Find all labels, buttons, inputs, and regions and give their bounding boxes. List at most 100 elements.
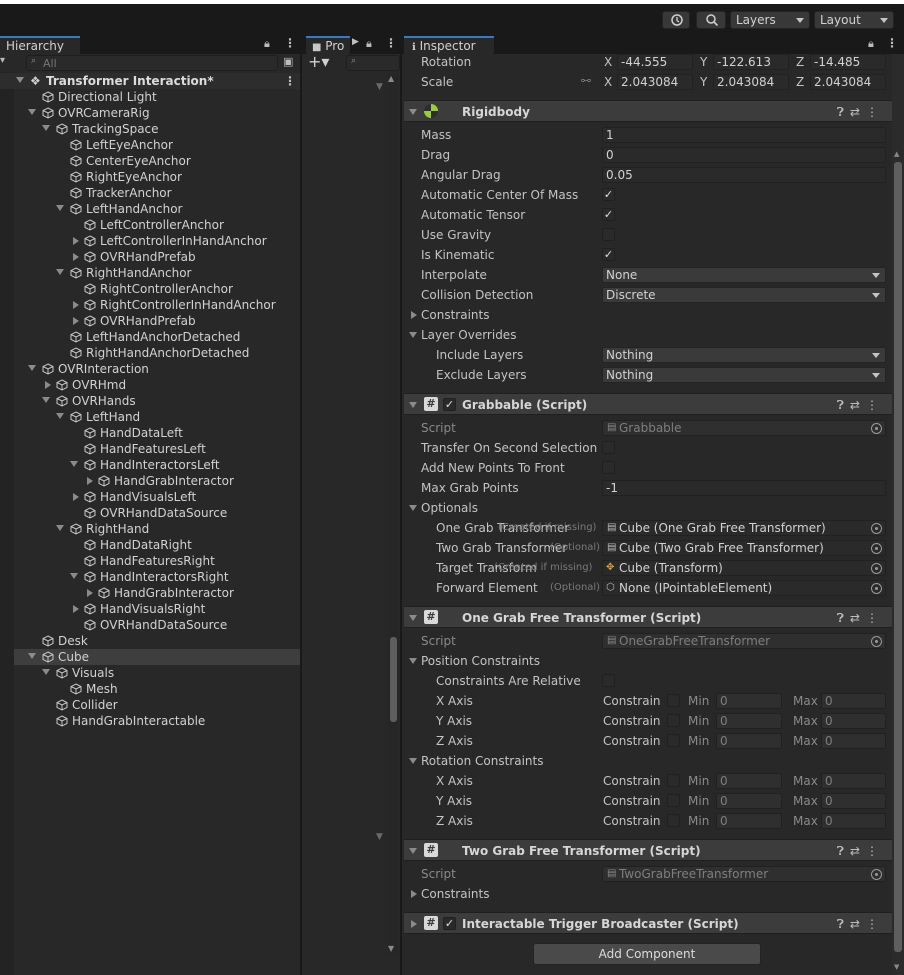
more-menu-icon[interactable]: ⋮	[886, 36, 898, 50]
hierarchy-item[interactable]: OVRHmd	[14, 377, 300, 393]
collapsed-arrow-icon[interactable]	[73, 301, 79, 309]
rotation-y-field[interactable]: -122.613	[713, 54, 789, 70]
hierarchy-item[interactable]: HandDataRight	[14, 537, 300, 553]
collapsed-arrow-icon[interactable]	[87, 589, 93, 597]
hierarchy-item[interactable]: HandInteractorsLeft	[14, 457, 300, 473]
layers-dropdown[interactable]: Layers	[730, 11, 810, 29]
constrain-checkbox[interactable]	[667, 694, 680, 707]
scale-x-field[interactable]: 2.043084	[617, 74, 693, 90]
scale-z-field[interactable]: 2.043084	[810, 74, 886, 90]
hierarchy-item[interactable]: CenterEyeAnchor	[14, 153, 300, 169]
trigger-broadcaster-enabled-checkbox[interactable]: ✓	[443, 917, 456, 930]
two-grab-field[interactable]: ▤ Cube (Two Grab Free Transformer)	[602, 540, 886, 556]
inspector-scrollbar-thumb[interactable]	[894, 162, 902, 952]
hierarchy-item[interactable]: OVRCameraRig	[14, 105, 300, 121]
expand-arrow-icon[interactable]	[70, 461, 78, 467]
is-kinematic-checkbox[interactable]: ✓	[602, 248, 615, 261]
hierarchy-item[interactable]: HandFeaturesLeft	[14, 441, 300, 457]
lock-icon[interactable]: 🔒︎	[264, 37, 270, 51]
expand-arrow-icon[interactable]	[28, 365, 36, 371]
constrain-checkbox[interactable]	[667, 814, 680, 827]
component-header-icons[interactable]: ❓︎⇄⋮	[837, 916, 884, 932]
scene-row[interactable]: ❖ Transformer Interaction* ⋮	[0, 73, 300, 89]
collapsed-arrow-icon[interactable]	[87, 477, 93, 485]
expand-arrow-icon[interactable]	[409, 848, 417, 854]
exclude-layers-dropdown[interactable]: Nothing	[602, 367, 886, 383]
hierarchy-item[interactable]: HandFeaturesRight	[14, 553, 300, 569]
project-scrollbar[interactable]	[388, 74, 398, 954]
rotation-z-field[interactable]: -14.485	[810, 54, 886, 70]
position-constraints-foldout[interactable]: Position Constraints	[421, 653, 540, 669]
hierarchy-item[interactable]: HandGrabInteractable	[14, 713, 300, 729]
expand-arrow-icon[interactable]	[70, 573, 78, 579]
expand-arrow-icon[interactable]	[411, 311, 417, 319]
object-picker-icon[interactable]	[871, 583, 882, 594]
hierarchy-item[interactable]: Desk	[14, 633, 300, 649]
add-asset-button[interactable]: +▾	[308, 54, 329, 70]
expand-arrow-icon[interactable]	[42, 397, 50, 403]
hierarchy-item[interactable]: OVRHands	[14, 393, 300, 409]
expand-arrow-icon[interactable]	[409, 758, 417, 764]
collision-dropdown[interactable]: Discrete	[602, 287, 886, 303]
hierarchy-item[interactable]: RightHandAnchor	[14, 265, 300, 281]
hierarchy-item[interactable]: OVRHandDataSource	[14, 505, 300, 521]
project-scrollbar-thumb[interactable]	[390, 637, 397, 722]
min-field[interactable]: 0	[716, 713, 782, 729]
expand-arrow-icon[interactable]	[409, 109, 417, 115]
more-menu-icon[interactable]: ⋮	[284, 73, 296, 89]
expand-arrow-icon[interactable]	[409, 658, 417, 664]
expand-arrow-icon[interactable]	[42, 125, 50, 131]
max-field[interactable]: 0	[821, 713, 886, 729]
forward-field[interactable]: ⬡ None (IPointableElement)	[602, 580, 886, 596]
one-grab-field[interactable]: ▤ Cube (One Grab Free Transformer)	[602, 520, 886, 536]
layer-overrides-foldout[interactable]: Layer Overrides	[421, 327, 516, 343]
expand-arrow-icon[interactable]	[411, 890, 417, 898]
expand-arrow-icon[interactable]	[411, 920, 417, 928]
angular-drag-field[interactable]: 0.05	[602, 167, 886, 183]
more-menu-icon[interactable]: ⋮	[284, 36, 296, 50]
hierarchy-item[interactable]: HandDataLeft	[14, 425, 300, 441]
auto-com-checkbox[interactable]: ✓	[602, 188, 615, 201]
expand-arrow-icon[interactable]	[56, 525, 64, 531]
hierarchy-item[interactable]: OVRInteraction	[14, 361, 300, 377]
component-header-icons[interactable]: ❓︎⇄⋮	[837, 397, 884, 413]
expand-arrow-icon[interactable]	[56, 205, 64, 211]
max-field[interactable]: 0	[821, 813, 886, 829]
add-component-button[interactable]: Add Component	[533, 943, 761, 965]
two-grab-free-header[interactable]: # Two Grab Free Transformer (Script) ❓︎⇄…	[404, 839, 892, 861]
min-field[interactable]: 0	[716, 693, 782, 709]
min-field[interactable]: 0	[716, 773, 782, 789]
lock-icon[interactable]: 🔒︎	[366, 37, 372, 51]
hierarchy-item[interactable]: HandGrabInteractor	[14, 473, 300, 489]
hierarchy-item[interactable]: LeftHandAnchor	[14, 201, 300, 217]
expand-arrow-icon[interactable]	[56, 269, 64, 275]
min-field[interactable]: 0	[716, 793, 782, 809]
expand-arrow-icon[interactable]	[409, 402, 417, 408]
hierarchy-item[interactable]: HandVisualsLeft	[14, 489, 300, 505]
expand-arrow-icon[interactable]	[409, 332, 417, 338]
max-field[interactable]: 0	[821, 693, 886, 709]
hierarchy-item[interactable]: OVRHandPrefab	[14, 249, 300, 265]
max-points-field[interactable]: -1	[602, 480, 886, 496]
hierarchy-item[interactable]: Mesh	[14, 681, 300, 697]
interpolate-dropdown[interactable]: None	[602, 267, 886, 283]
max-field[interactable]: 0	[821, 793, 886, 809]
constrain-checkbox[interactable]	[667, 794, 680, 807]
grabbable-header[interactable]: # ✓ Grabbable (Script) ❓︎⇄⋮	[404, 393, 892, 415]
layout-dropdown[interactable]: Layout	[814, 11, 894, 29]
hierarchy-item[interactable]: OVRHandDataSource	[14, 617, 300, 633]
lock-icon[interactable]: 🔒︎	[868, 37, 874, 51]
relative-checkbox[interactable]	[602, 674, 615, 687]
component-header-icons[interactable]: ❓︎⇄⋮	[837, 843, 884, 859]
trigger-broadcaster-header[interactable]: # ✓ Interactable Trigger Broadcaster (Sc…	[404, 912, 892, 934]
component-header-icons[interactable]: ❓︎⇄⋮	[837, 610, 884, 626]
hierarchy-item[interactable]: Directional Light	[14, 89, 300, 105]
scroll-down-icon[interactable]: ▼	[376, 82, 383, 92]
expand-arrow-icon[interactable]	[409, 615, 417, 621]
optionals-foldout[interactable]: Optionals	[421, 500, 478, 516]
hierarchy-item[interactable]: HandGrabInteractor	[14, 585, 300, 601]
collapsed-arrow-icon[interactable]	[73, 493, 79, 501]
collapsed-arrow-icon[interactable]	[73, 237, 79, 245]
rigidbody-header[interactable]: Rigidbody ❓︎⇄⋮	[404, 100, 892, 122]
expand-arrow-icon[interactable]	[56, 413, 64, 419]
